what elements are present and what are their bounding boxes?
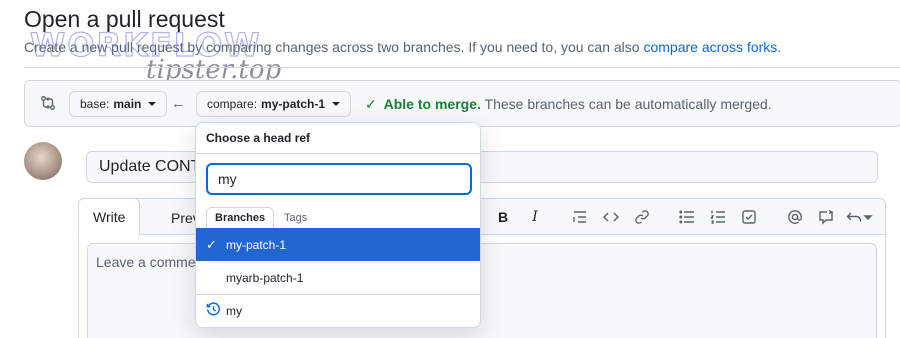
arrow-left-icon: ← xyxy=(171,95,186,112)
tab-tags[interactable]: Tags xyxy=(276,207,315,228)
tab-branches[interactable]: Branches xyxy=(206,207,275,228)
branch-item-label: my-patch-1 xyxy=(226,237,287,252)
heading-list-icon[interactable] xyxy=(570,207,590,227)
branch-item-myarb-patch-1[interactable]: myarb-patch-1 xyxy=(196,261,480,294)
dropdown-title: Choose a head ref xyxy=(206,131,311,145)
merge-description: These branches can be automatically merg… xyxy=(484,96,772,112)
link-icon[interactable] xyxy=(632,207,652,227)
pr-title-value: Update CONT xyxy=(99,158,201,175)
avatar[interactable] xyxy=(24,142,62,180)
head-ref-dropdown: Choose a head ref my Branches Tags ✓ my-… xyxy=(195,122,481,328)
history-icon xyxy=(206,302,222,320)
base-branch-select[interactable]: base: main xyxy=(69,91,168,117)
check-icon: ✓ xyxy=(365,96,377,112)
code-icon[interactable] xyxy=(601,207,621,227)
branch-filter-input[interactable]: my xyxy=(206,163,472,195)
bullet-list-icon[interactable] xyxy=(677,207,697,227)
merge-status: ✓ Able to merge. These branches can be a… xyxy=(365,96,772,113)
branch-item-label: myarb-patch-1 xyxy=(226,270,304,285)
base-value: main xyxy=(113,97,142,111)
undo-icon[interactable] xyxy=(845,207,875,227)
branch-filter-value: my xyxy=(218,171,237,187)
git-compare-icon xyxy=(40,95,56,111)
task-list-icon[interactable] xyxy=(739,207,759,227)
comment-placeholder: Leave a commen xyxy=(96,254,204,270)
base-label: base: xyxy=(80,97,110,111)
reference-icon[interactable] xyxy=(816,207,836,227)
check-icon: ✓ xyxy=(206,236,217,252)
italic-icon[interactable]: I xyxy=(525,207,545,227)
compare-value: my-patch-1 xyxy=(261,97,326,111)
header-divider xyxy=(24,67,900,68)
mention-icon[interactable] xyxy=(785,207,805,227)
dropdown-divider xyxy=(196,153,480,154)
compare-label: compare: xyxy=(207,97,258,111)
branch-item-my-patch-1[interactable]: ✓ my-patch-1 xyxy=(196,228,480,261)
merge-ok-text: Able to merge. xyxy=(383,96,481,112)
tab-write[interactable]: Write xyxy=(78,198,141,236)
compare-branch-select[interactable]: compare: my-patch-1 xyxy=(196,91,352,117)
bold-icon[interactable]: B xyxy=(493,207,513,227)
compare-across-forks-link[interactable]: compare across forks. xyxy=(643,39,781,55)
chevron-down-icon xyxy=(148,102,157,106)
numbered-list-icon[interactable] xyxy=(708,207,728,227)
compare-bar: base: main ← compare: my-patch-1 ✓ Able … xyxy=(24,80,900,127)
chevron-down-icon xyxy=(332,102,341,106)
recent-search-label: my xyxy=(226,304,242,318)
recent-search-item[interactable]: my xyxy=(196,294,480,327)
